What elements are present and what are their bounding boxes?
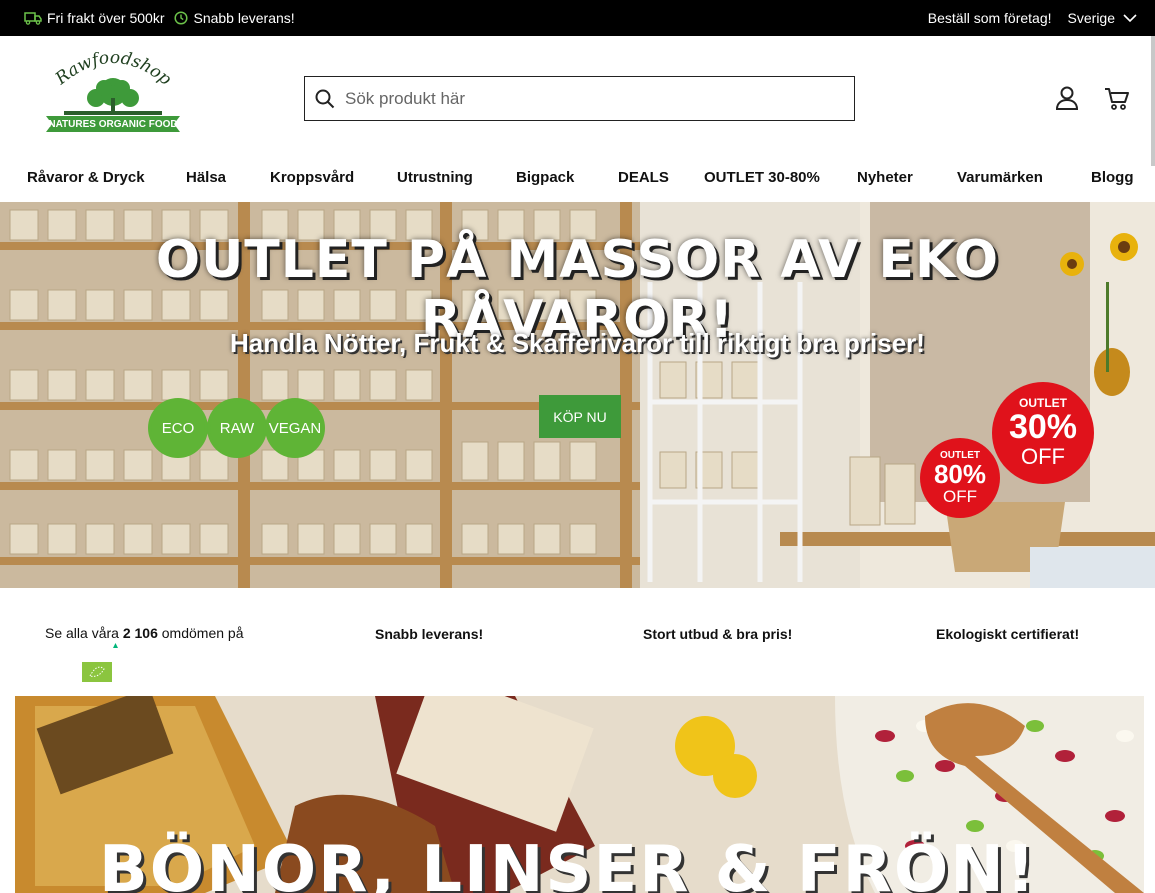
top-bar: Fri frakt över 500kr Snabb leverans! Bes… xyxy=(0,0,1155,36)
eco-badge: ECO xyxy=(151,401,205,455)
raw-badge: RAW xyxy=(210,401,264,455)
nav-item-ravaror[interactable]: Råvaror & Dryck xyxy=(27,169,145,186)
sale-badge-30-top: OUTLET xyxy=(1019,396,1067,410)
nav-item-varumarken[interactable]: Varumärken xyxy=(957,169,1043,186)
sale-badge-30-pct: 30% xyxy=(1008,408,1078,446)
site-logo[interactable]: Rawfoodshop NATURES ORGANIC FOOD xyxy=(44,48,182,136)
nav-item-utrustning[interactable]: Utrustning xyxy=(397,169,473,186)
sale-badge-80-off: OFF xyxy=(943,487,977,506)
reviews-link[interactable]: Se alla våra 2 106 omdömen på xyxy=(45,625,243,641)
eu-leaf-icon xyxy=(89,666,105,677)
free-shipping-text: Fri frakt över 500kr xyxy=(47,10,165,26)
sale-badge-30: OUTLET 30% OFF xyxy=(992,382,1094,484)
reviews-prefix: Se alla våra xyxy=(45,625,119,641)
nav-item-halsa[interactable]: Hälsa xyxy=(186,169,226,186)
nav-item-outlet[interactable]: OUTLET 30-80% xyxy=(704,169,820,186)
logo-tagline: NATURES ORGANIC FOOD xyxy=(48,119,177,130)
sale-badge-80-top: OUTLET xyxy=(940,450,980,461)
eu-organic-logo xyxy=(82,662,112,682)
page-scrollbar[interactable] xyxy=(1151,36,1155,166)
nav-item-kroppsvard[interactable]: Kroppsvård xyxy=(270,169,354,186)
main-nav: Råvaror & Dryck Hälsa Kroppsvård Utrustn… xyxy=(0,160,1155,196)
business-order-link[interactable]: Beställ som företag! xyxy=(928,10,1052,26)
truck-icon xyxy=(24,12,42,25)
usp-organic-certified: Ekologiskt certifierat! xyxy=(936,626,1080,642)
free-shipping-info: Fri frakt över 500kr xyxy=(24,10,164,26)
chevron-down-icon xyxy=(1123,13,1137,22)
review-star-icon xyxy=(113,643,118,648)
sale-badge-80: OUTLET 80% OFF xyxy=(920,438,1000,518)
cart-icon xyxy=(1105,88,1129,110)
hero-subheadline: Handla Nötter, Frukt & Skafferivaror til… xyxy=(230,328,925,358)
reviews-suffix: omdömen på xyxy=(161,625,244,641)
account-button[interactable] xyxy=(1053,84,1081,112)
user-icon xyxy=(1055,86,1079,110)
rawfoodshop-logo-graphic: Rawfoodshop NATURES ORGANIC FOOD xyxy=(46,48,180,132)
category-banner-title: BÖNOR, LINSER & FRÖN! xyxy=(99,833,1037,893)
vegan-badge: VEGAN xyxy=(268,401,322,455)
usp-fast-delivery: Snabb leverans! xyxy=(375,626,484,642)
search-icon xyxy=(315,89,335,108)
search-bar[interactable] xyxy=(304,76,855,121)
cart-button[interactable] xyxy=(1103,84,1131,112)
fast-delivery-info: Snabb leverans! xyxy=(174,10,295,26)
category-banner[interactable]: BÖNOR, LINSER & FRÖN! xyxy=(15,696,1144,893)
nav-item-blogg[interactable]: Blogg xyxy=(1091,169,1134,186)
nav-item-deals[interactable]: DEALS xyxy=(618,169,669,186)
clock-icon xyxy=(174,11,189,25)
nav-item-bigpack[interactable]: Bigpack xyxy=(516,169,574,186)
nav-item-nyheter[interactable]: Nyheter xyxy=(857,169,913,186)
country-selector[interactable]: Sverige xyxy=(1068,10,1137,26)
fast-delivery-text: Snabb leverans! xyxy=(193,10,295,26)
sale-badge-80-pct: 80% xyxy=(933,459,987,489)
hero-banner[interactable]: ECO RAW VEGAN OUTLET 30% OFF OUTLET 80% … xyxy=(0,202,1155,588)
reviews-count: 2 106 xyxy=(122,625,158,641)
country-label: Sverige xyxy=(1067,10,1115,26)
sale-badge-30-off: OFF xyxy=(1021,444,1065,469)
usp-wide-range: Stort utbud & bra pris! xyxy=(643,626,793,642)
buy-now-button[interactable]: KÖP NU xyxy=(539,395,621,438)
search-input[interactable] xyxy=(345,88,825,109)
